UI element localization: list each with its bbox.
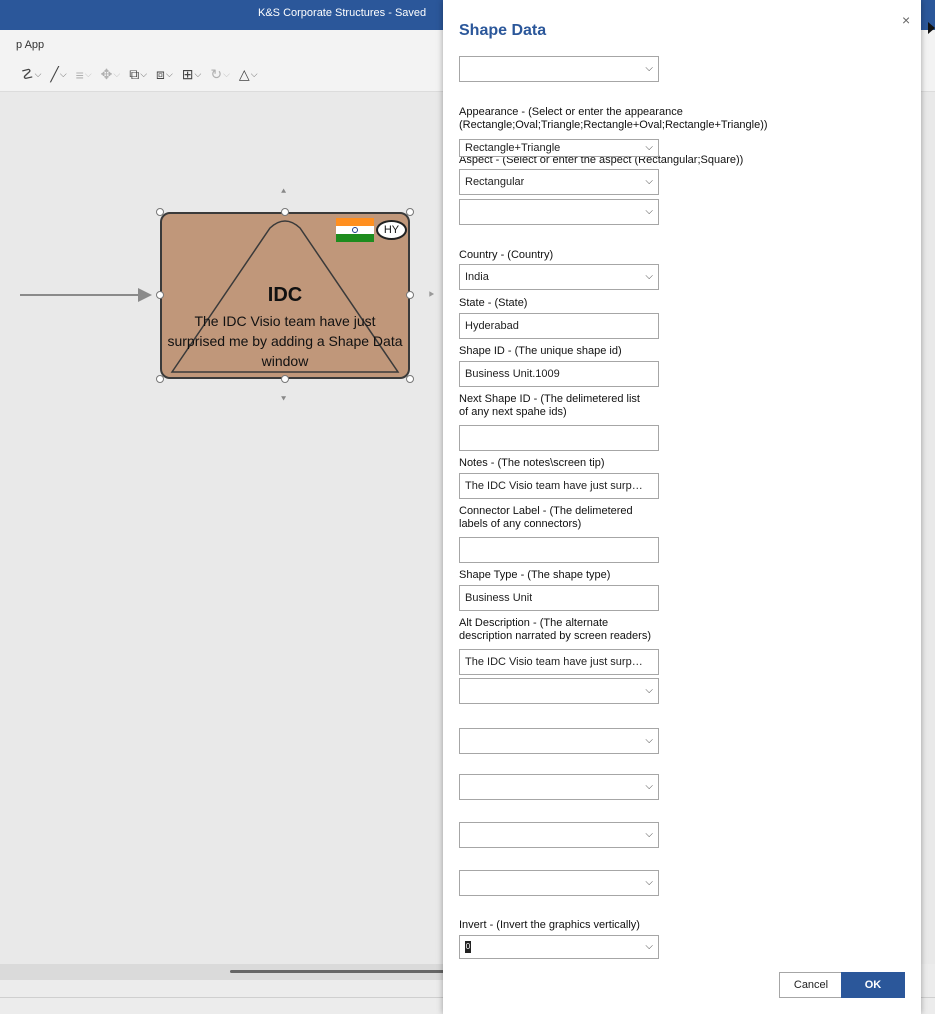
position-button[interactable]: ✥ ⌵ [98,63,124,87]
rotation-handle-icon[interactable]: ⯆ [280,394,287,405]
chevron-down-icon: ⌵ [645,877,653,888]
send-to-back-button[interactable]: ⧈ ⌵ [153,63,176,87]
shape-type-label: Shape Type - (The shape type) [459,569,611,581]
chevron-down-icon: ⌵ [645,829,653,840]
connection-arrow-icon[interactable]: ⯈ [427,290,435,301]
appearance-label: Appearance - (Select or enter the appear… [459,106,683,118]
blank-select-7[interactable]: ⌵ [459,870,659,896]
state-field[interactable]: Hyderabad [459,313,659,339]
state-label: State - (State) [459,297,528,309]
chevron-down-icon: ⌵ [645,685,653,696]
chevron-down-icon: ⌵ [645,206,653,217]
chevron-down-icon: ⌵ [645,271,653,282]
document-title: K&S Corporate Structures - Saved [258,7,427,19]
state-badge: HY [376,220,407,240]
align-icon: ≡ [75,66,84,83]
bring-to-front-button[interactable]: ⧉ ⌵ [126,63,150,87]
ok-button[interactable]: OK [841,972,905,998]
notes-label: Notes - (The notes\screen tip) [459,457,605,469]
connector-arrow-icon [138,288,152,302]
resize-handle[interactable] [156,291,164,299]
chevron-down-icon: ⌵ [250,69,258,79]
fill-color-button[interactable]: ☡ ⌵ [18,63,44,87]
chevron-down-icon: ⌵ [645,176,653,187]
connector-line[interactable] [20,294,140,296]
group-button[interactable]: ⊞ ⌵ [179,63,205,87]
shape-text: The IDC Visio team have just surprised m… [167,313,403,369]
dialog-title: Shape Data [459,22,547,39]
chevron-down-icon: ⌵ [34,69,42,79]
business-unit-shape[interactable]: HY IDC The IDC Visio team have just surp… [160,212,410,379]
country-label: Country - (Country) [459,249,554,261]
chevron-down-icon: ⌵ [645,63,653,74]
resize-handle[interactable] [406,291,414,299]
chevron-down-icon: ⌵ [645,142,653,153]
resize-handle[interactable] [281,375,289,383]
appearance-select[interactable]: Rectangle+Triangle ⌵ [459,139,659,157]
next-shape-id-label: Next Shape ID - (The delimetered list [459,393,640,405]
shape-id-field[interactable]: Business Unit.1009 [459,361,659,387]
rotate-button[interactable]: ↻ ⌵ [207,63,233,87]
chevron-down-icon: ⌵ [140,69,148,79]
invert-value: 0 [465,941,471,954]
india-flag-icon [336,218,374,242]
shape-type-field[interactable]: Business Unit [459,585,659,611]
blank-select-3[interactable]: ⌵ [459,678,659,704]
shape-id-label: Shape ID - (The unique shape id) [459,345,622,357]
chevron-down-icon: ⌵ [645,781,653,792]
blank-select-5[interactable]: ⌵ [459,774,659,800]
app-name: p App [16,39,45,51]
arrange-button[interactable]: △ ⌵ [236,63,261,87]
next-shape-id-label-2: of any next spahe ids) [459,406,567,418]
send-to-back-icon: ⧈ [156,66,165,82]
chevron-down-icon: ⌵ [165,69,173,79]
chevron-down-icon: ⌵ [113,69,121,79]
resize-handle[interactable] [406,208,414,216]
alt-description-label-2: description narrated by screen readers) [459,630,651,642]
invert-select[interactable]: 0 ⌵ [459,935,659,959]
close-button[interactable]: × [902,12,910,28]
shape-data-dialog: Shape Data × ⌵ Appearance - (Select or e… [443,0,921,1014]
position-icon: ✥ [100,66,113,82]
rotate-icon: ↻ [210,66,223,82]
align-button[interactable]: ≡ ⌵ [73,63,95,87]
group-icon: ⊞ [181,66,194,82]
country-select[interactable]: India ⌵ [459,264,659,290]
shape-title: IDC [267,284,303,306]
bring-to-front-icon: ⧉ [129,66,140,82]
cancel-button[interactable]: Cancel [779,972,843,998]
chevron-down-icon: ⌵ [645,941,653,952]
resize-handle[interactable] [281,208,289,216]
blank-select-1[interactable]: ⌵ [459,56,659,82]
invert-label: Invert - (Invert the graphics vertically… [459,919,640,931]
chevron-down-icon: ⌵ [645,735,653,746]
connector-label-label: Connector Label - (The delimetered [459,505,633,517]
rotation-handle-icon[interactable]: ⯅ [280,186,287,197]
connector-label-field[interactable] [459,537,659,563]
next-shape-id-field[interactable] [459,425,659,451]
fill-color-icon: ☡ [21,66,34,82]
arrange-icon: △ [238,66,250,82]
chevron-down-icon: ⌵ [223,69,230,79]
connector-label-label-2: labels of any connectors) [459,518,582,530]
appearance-label-options: (Rectangle;Oval;Triangle;Rectangle+Oval;… [459,119,768,131]
blank-select-2[interactable]: ⌵ [459,199,659,225]
aspect-select[interactable]: Rectangular ⌵ [459,169,659,195]
chevron-down-icon: ⌵ [194,69,202,79]
notes-field[interactable]: The IDC Visio team have just surprise... [459,473,659,499]
alt-description-label: Alt Description - (The alternate [459,617,609,629]
line-color-button[interactable]: ╱ ⌵ [47,63,69,87]
resize-handle[interactable] [156,375,164,383]
blank-select-4[interactable]: ⌵ [459,728,659,754]
line-color-icon: ╱ [50,66,59,82]
blank-select-6[interactable]: ⌵ [459,822,659,848]
chevron-down-icon: ⌵ [59,69,67,79]
resize-handle[interactable] [406,375,414,383]
alt-description-field[interactable]: The IDC Visio team have just surprise... [459,649,659,675]
scrollbar-thumb[interactable] [230,970,445,973]
chevron-down-icon: ⌵ [84,69,92,79]
resize-handle[interactable] [156,208,164,216]
